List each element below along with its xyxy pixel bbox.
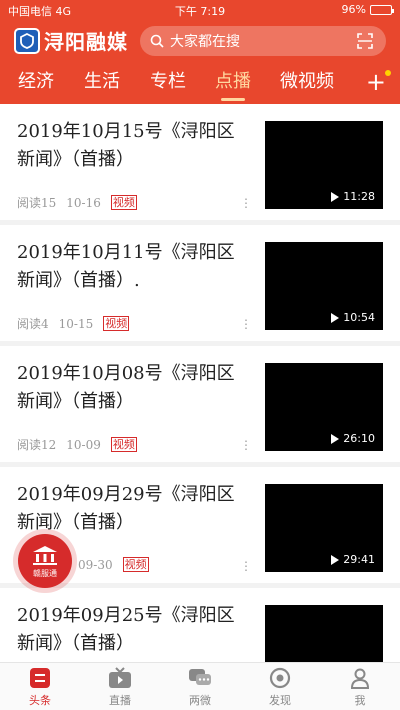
more-options-icon[interactable]: ⋮ [240,196,252,210]
duration-badge: 26:10 [331,432,375,445]
nav-label: 我 [354,693,366,707]
floating-badge-label: 赣服通 [33,568,57,578]
video-thumbnail[interactable]: 29:41 [265,484,383,572]
nav-live[interactable]: 直播 [80,663,160,710]
search-icon [150,34,164,48]
item-meta: 09-30 视频 [78,557,149,572]
channel-tabs: 经济 生活 专栏 点播 微视频 + [0,64,400,104]
item-title: 2019年09月25号《浔阳区新闻》（首播） [17,605,235,654]
tv-icon [108,666,132,690]
video-thumbnail[interactable]: 26:10 [265,363,383,451]
video-thumbnail[interactable]: 11:28 [265,121,383,209]
chat-icon [188,666,212,690]
video-thumbnail[interactable] [265,605,383,662]
item-meta: 阅读15 10-16 视频 [17,194,137,211]
status-right: 96% [341,3,394,16]
duration-text: 10:54 [343,311,375,324]
battery-icon [370,4,394,15]
building-icon [33,545,57,565]
tab-column[interactable]: 专栏 [150,67,186,101]
app-header: 中国电信 4G 下午 7:19 96% 浔阳融媒 大家都在搜 经济 生活 专栏 … [0,0,400,104]
nav-label: 发现 [269,693,291,707]
tab-economy[interactable]: 经济 [18,67,54,101]
item-meta: 阅读12 10-09 视频 [17,436,137,453]
tab-on-demand[interactable]: 点播 [215,67,251,101]
item-title: 2019年10月15号《浔阳区新闻》（首播） [17,121,235,170]
nav-headlines[interactable]: 头条 [0,663,80,710]
bottom-nav: 头条 直播 两微 发现 我 [0,662,400,710]
tab-micro-video[interactable]: 微视频 [280,67,334,101]
read-count: 阅读15 [17,196,57,210]
video-tag: 视频 [122,557,149,572]
duration-text: 26:10 [343,432,375,445]
item-title: 2019年09月29号《浔阳区新闻》（首播） [17,484,235,533]
more-options-icon[interactable]: ⋮ [240,317,252,331]
video-thumbnail[interactable]: 10:54 [265,242,383,330]
play-icon [331,191,340,202]
list-item[interactable]: 2019年10月08号《浔阳区新闻》（首播） 阅读12 10-09 视频 ⋮ 2… [0,346,400,467]
user-icon [348,666,372,690]
play-icon [331,554,340,565]
more-options-icon[interactable]: ⋮ [240,438,252,452]
duration-text: 29:41 [343,553,375,566]
list-item[interactable]: 2019年10月15号《浔阳区新闻》（首播） 阅读15 10-16 视频 ⋮ 1… [0,104,400,225]
read-count: 阅读4 [17,317,49,331]
logo-icon [14,27,40,54]
item-title: 2019年10月08号《浔阳区新闻》（首播） [17,363,235,412]
duration-text: 11:28 [343,190,375,203]
discover-icon [268,666,292,690]
app-name: 浔阳融媒 [44,30,128,54]
item-date: 10-09 [66,437,101,452]
more-options-icon[interactable]: ⋮ [240,559,252,573]
nav-discover[interactable]: 发现 [240,663,320,710]
list-item[interactable]: 2019年09月25号《浔阳区新闻》（首播） [0,588,400,662]
item-meta: 阅读4 10-15 视频 [17,315,130,332]
nav-me[interactable]: 我 [320,663,400,710]
video-tag: 视频 [110,195,137,210]
app-logo[interactable]: 浔阳融媒 [14,26,128,55]
item-date: 10-16 [66,195,101,210]
item-title: 2019年10月11号《浔阳区新闻》（首播）. [17,242,235,291]
duration-badge: 29:41 [331,553,375,566]
add-channel-icon[interactable]: + [366,68,391,96]
nav-label: 两微 [189,693,211,707]
read-count: 阅读12 [17,438,57,452]
nav-label: 头条 [29,693,51,707]
video-tag: 视频 [103,316,130,331]
battery-percent: 96% [341,3,366,16]
search-placeholder: 大家都在搜 [170,34,240,50]
search-bar[interactable]: 大家都在搜 [140,26,386,56]
list-item[interactable]: 2019年10月11号《浔阳区新闻》（首播）. 阅读4 10-15 视频 ⋮ 1… [0,225,400,346]
nav-label: 直播 [109,693,131,707]
tab-life[interactable]: 生活 [84,67,120,101]
item-date: 10-15 [58,316,94,331]
play-icon [331,312,340,323]
play-icon [331,433,340,444]
duration-badge: 10:54 [331,311,375,324]
gan-fu-tong-button[interactable]: 赣服通 [18,534,72,588]
status-bar: 中国电信 4G 下午 7:19 96% [0,0,400,20]
nav-weibo-wechat[interactable]: 两微 [160,663,240,710]
video-tag: 视频 [110,437,137,452]
duration-badge: 11:28 [331,190,375,203]
scan-icon[interactable] [356,32,374,50]
top-bar: 浔阳融媒 大家都在搜 [0,24,400,58]
clock: 下午 7:19 [174,5,226,18]
headlines-icon [28,666,52,690]
item-date: 09-30 [78,557,113,572]
notification-dot [385,70,391,76]
